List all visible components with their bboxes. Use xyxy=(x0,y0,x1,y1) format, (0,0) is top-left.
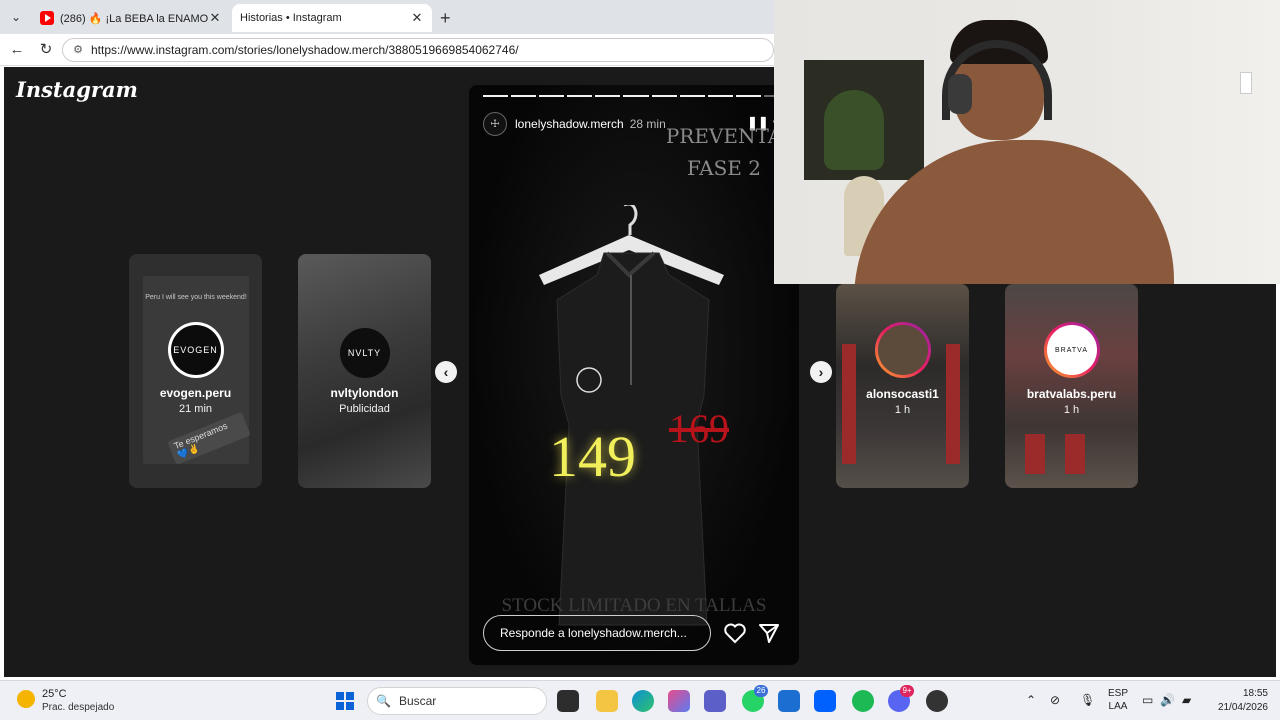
story-time: 1 h xyxy=(1063,404,1080,416)
volume-icon[interactable]: 🔊 xyxy=(1160,693,1175,707)
story-card-nvltylondon[interactable]: NVLTY nvltylondon Publicidad xyxy=(298,254,431,488)
microphone-icon[interactable]: 🎙 xyxy=(1080,693,1095,707)
sponsored-label: Publicidad xyxy=(339,403,390,415)
close-tab-icon[interactable]: ✕ xyxy=(410,10,424,26)
story-footer-text: STOCK LIMITADO EN TALLAS xyxy=(501,595,767,616)
headset-earcup xyxy=(948,74,972,114)
progress-segment xyxy=(707,95,733,97)
language-indicator[interactable]: ESP LAA xyxy=(1108,687,1128,713)
search-icon: 🔍 xyxy=(376,694,391,708)
progress-segment xyxy=(567,95,593,97)
youtube-icon xyxy=(40,11,54,25)
send-icon[interactable] xyxy=(757,621,781,645)
tray-app-icon[interactable]: ⊘ xyxy=(1050,693,1060,707)
story-time: 21 min xyxy=(178,403,213,415)
story-username[interactable]: lonelyshadow.merch xyxy=(515,117,624,131)
obs-icon[interactable] xyxy=(926,690,948,712)
story-card-alonsocasti1[interactable]: alonsocasti1 1 h xyxy=(836,284,969,488)
headline-line-2: FASE 2 xyxy=(687,156,761,180)
url-text: https://www.instagram.com/stories/lonely… xyxy=(91,43,519,57)
previous-story-button[interactable]: ‹ xyxy=(435,361,457,383)
next-story-button[interactable]: › xyxy=(810,361,832,383)
tab-instagram[interactable]: Historias • Instagram ✕ xyxy=(232,4,432,85)
clock-time: 18:55 xyxy=(1242,688,1268,699)
address-bar[interactable]: ⚙ https://www.instagram.com/stories/lone… xyxy=(62,38,774,62)
gym-decor xyxy=(1025,434,1045,474)
progress-segment xyxy=(679,95,705,97)
whatsapp-badge: 26 xyxy=(754,685,768,697)
battery-icon[interactable]: ▰ xyxy=(1182,693,1191,707)
price-new: 149 xyxy=(549,424,636,489)
story-time: 1 h xyxy=(894,404,911,416)
new-tab-button[interactable]: + xyxy=(440,8,451,29)
store-icon[interactable] xyxy=(778,690,800,712)
story-username: alonsocasti1 xyxy=(866,387,939,401)
back-arrow-icon[interactable]: ← xyxy=(7,40,27,60)
copilot-icon[interactable] xyxy=(668,690,690,712)
wall-switch xyxy=(1240,72,1252,94)
headline-line-1: PREVENTA xyxy=(665,124,783,148)
progress-segment xyxy=(651,95,677,97)
close-tab-icon[interactable]: ✕ xyxy=(208,10,222,26)
story-username: nvltylondon xyxy=(330,386,399,400)
dropbox-icon[interactable] xyxy=(814,690,836,712)
site-info-icon[interactable]: ⚙ xyxy=(71,43,85,57)
avatar xyxy=(877,325,928,375)
progress-segment xyxy=(735,95,761,97)
preview-sticker: Te esperamos 💙✌ xyxy=(167,411,251,466)
windows-taskbar: 25°C Prac. despejado 🔍 Buscar 26 9+ ⌃ ⊘ … xyxy=(0,680,1280,720)
story-headline: PREVENTA FASE 2 xyxy=(659,120,789,184)
reply-input[interactable]: Responde a lonelyshadow.merch... xyxy=(483,615,711,651)
webcam-overlay xyxy=(774,0,1280,284)
heart-icon[interactable] xyxy=(723,621,747,645)
edge-icon[interactable] xyxy=(632,690,654,712)
progress-segment xyxy=(483,95,509,97)
browser-nav-bar: ← ↻ ⚙ https://www.instagram.com/stories/… xyxy=(0,34,774,66)
task-view-icon[interactable] xyxy=(557,690,579,712)
tab-title: (286) 🔥 ¡La BEBA la ENAMORÓ! 😲 xyxy=(60,12,208,25)
story-username: evogen.peru xyxy=(159,386,232,400)
teams-icon[interactable] xyxy=(704,690,726,712)
search-placeholder: Buscar xyxy=(398,694,437,708)
weather-description[interactable]: Prac. despejado xyxy=(42,702,114,713)
tab-title: Historias • Instagram xyxy=(240,12,342,24)
preview-caption: Peru I will see you this weekend! xyxy=(145,294,247,301)
story-card-evogen[interactable]: Peru I will see you this weekend! Te esp… xyxy=(129,254,262,488)
instagram-logo[interactable]: Instagram xyxy=(16,77,138,102)
story-username: bratvalabs.peru xyxy=(1026,387,1117,401)
avatar: EVOGEN xyxy=(170,325,221,375)
language-code: ESP xyxy=(1108,688,1129,699)
gym-decor xyxy=(1065,434,1085,474)
spotify-icon[interactable] xyxy=(852,690,874,712)
weather-temperature[interactable]: 25°C xyxy=(42,688,67,700)
cam-plant xyxy=(824,90,884,170)
taskbar-search[interactable]: 🔍 Buscar xyxy=(367,687,547,715)
progress-segment xyxy=(595,95,621,97)
clock-date: 21/04/2026 xyxy=(1217,702,1268,713)
file-explorer-icon[interactable] xyxy=(596,690,618,712)
network-icon[interactable]: ▭ xyxy=(1142,693,1153,707)
story-progress-bar xyxy=(483,95,790,97)
discord-badge: 9+ xyxy=(900,685,914,697)
weather-sun-icon[interactable] xyxy=(17,690,35,708)
tray-chevron-icon[interactable]: ⌃ xyxy=(1026,693,1036,707)
story-card-bratvalabs[interactable]: BRATVA bratvalabs.peru 1 h xyxy=(1005,284,1138,488)
reload-icon[interactable]: ↻ xyxy=(36,40,56,60)
progress-segment xyxy=(539,95,565,97)
active-story[interactable]: ☩ lonelyshadow.merch 28 min ❚❚ ••• PREVE… xyxy=(469,85,799,665)
progress-segment xyxy=(623,95,649,97)
start-button[interactable] xyxy=(336,692,354,710)
avatar: NVLTY xyxy=(339,328,390,378)
progress-segment xyxy=(511,95,537,97)
system-clock[interactable]: 18:55 21/04/2026 xyxy=(1208,687,1268,715)
price-old: 169 xyxy=(669,406,729,451)
avatar: BRATVA xyxy=(1046,325,1097,375)
keyboard-layout: LAA xyxy=(1108,701,1128,712)
tab-list-dropdown-icon[interactable]: ⌄ xyxy=(6,7,26,27)
story-avatar[interactable]: ☩ xyxy=(483,112,507,136)
tab-youtube[interactable]: (286) 🔥 ¡La BEBA la ENAMORÓ! 😲 ✕ xyxy=(32,4,230,32)
